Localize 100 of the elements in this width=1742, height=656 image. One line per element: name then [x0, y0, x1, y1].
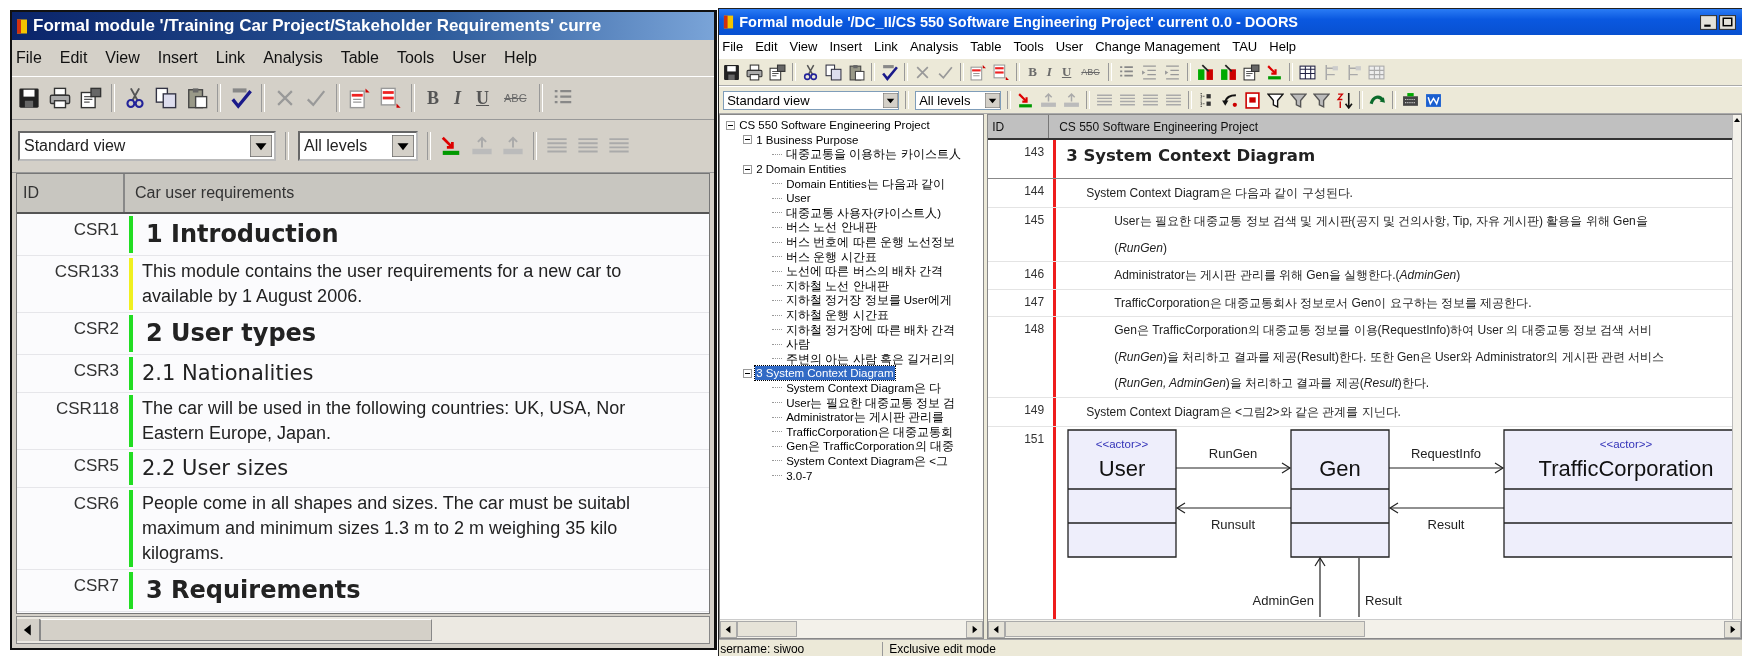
column-header[interactable]: ID — [988, 115, 1050, 138]
insert-below-icon[interactable] — [993, 63, 1011, 81]
scroll-left-icon[interactable] — [17, 619, 40, 641]
menu-item[interactable]: Edit — [59, 49, 88, 67]
spellcheck-icon[interactable] — [230, 87, 252, 109]
insert-below-icon[interactable] — [380, 87, 402, 109]
menu-item[interactable]: Insert — [829, 39, 862, 54]
column-header[interactable]: ID — [17, 174, 125, 212]
tree-item[interactable]: Administrator는 게시판 관리를 — [785, 410, 946, 425]
level-dropdown[interactable]: All levels — [298, 131, 418, 161]
collapse-toggle[interactable] — [743, 368, 753, 378]
menu-item[interactable]: Table — [970, 39, 1002, 54]
menu-item[interactable]: Table — [340, 49, 379, 67]
scrollbar-thumb[interactable] — [737, 621, 798, 637]
tree-item[interactable]: 지하철 운행 시간표 — [785, 308, 890, 322]
spellcheck-icon[interactable] — [881, 63, 899, 81]
paste-icon[interactable] — [186, 87, 208, 109]
document-icon[interactable] — [1242, 63, 1260, 81]
menu-item[interactable]: File — [16, 49, 42, 67]
tree-item[interactable]: System Context Diagram은 다 — [785, 381, 943, 395]
tree-item[interactable]: 3 System Context Diagram — [755, 366, 895, 381]
view-dropdown[interactable]: Standard view — [18, 131, 276, 161]
tree-item[interactable]: User — [785, 191, 812, 206]
tree-item[interactable]: 버스 운행 시간표 — [785, 249, 878, 264]
format-button[interactable]: U — [473, 88, 493, 108]
menu-item[interactable]: Link — [874, 39, 898, 54]
scroll-right-icon[interactable] — [1724, 620, 1741, 638]
copy-icon[interactable] — [155, 87, 177, 109]
insert-above-icon[interactable] — [970, 63, 988, 81]
horizontal-scrollbar[interactable] — [16, 616, 711, 644]
tree-item[interactable]: 지하철 노선 안내판 — [785, 278, 890, 293]
format-button[interactable]: I — [451, 88, 465, 108]
document-icon[interactable] — [1425, 91, 1443, 109]
save-icon[interactable] — [18, 87, 40, 109]
tree-item[interactable]: Gen은 TrafficCorporation의 대중 — [785, 439, 955, 454]
menu-item[interactable]: Analysis — [909, 39, 959, 54]
printer-icon[interactable] — [746, 63, 764, 81]
collapse-toggle[interactable] — [743, 135, 753, 145]
minimize-icon[interactable] — [1700, 14, 1717, 30]
tree-item[interactable]: 버스 번호에 따른 운행 노선정보 — [785, 235, 956, 250]
format-button[interactable]: B — [424, 88, 442, 108]
tree-item[interactable]: User는 필요한 대중교통 정보 검 — [785, 395, 957, 410]
tree-item[interactable]: TrafficCorporation은 대중교통회 — [785, 424, 954, 439]
scroll-left-icon[interactable] — [988, 620, 1006, 638]
menu-item[interactable]: Tools — [396, 49, 435, 67]
paste-icon[interactable] — [848, 63, 866, 81]
link-module-icon[interactable] — [1219, 63, 1237, 81]
insert-above-icon[interactable] — [349, 87, 371, 109]
funnel-icon[interactable] — [1267, 91, 1285, 109]
column-header[interactable]: CS 550 Software Engineering Project — [1049, 115, 1258, 138]
document-icon[interactable] — [1244, 91, 1262, 109]
tree-item[interactable]: 사람 — [785, 337, 812, 352]
menu-item[interactable]: Insert — [157, 49, 198, 67]
maximize-icon[interactable] — [1719, 14, 1736, 30]
column-header[interactable]: Car user requirements — [125, 174, 295, 212]
menu-item[interactable]: Help — [1269, 39, 1296, 54]
sort-icon[interactable] — [1336, 91, 1354, 109]
horizontal-scrollbar[interactable] — [988, 619, 1741, 638]
tree-item[interactable]: 3.0-7 — [785, 468, 814, 483]
vertical-scrollbar[interactable] — [1732, 115, 1741, 619]
menu-item[interactable]: Tools — [1013, 39, 1044, 54]
view-dropdown[interactable]: Standard view — [723, 90, 900, 110]
scissors-icon[interactable] — [802, 63, 820, 81]
menu-item[interactable]: User — [1055, 39, 1084, 54]
funnel-icon[interactable] — [1313, 91, 1331, 109]
tree-item[interactable]: 주변의 아는 사람 혹은 길거리의 — [785, 351, 956, 366]
save-icon[interactable] — [723, 63, 741, 81]
scroll-left-icon[interactable] — [720, 620, 738, 638]
tree-item[interactable]: Domain Entities는 다음과 같이 — [785, 176, 947, 191]
link-module-icon[interactable] — [1196, 63, 1214, 81]
tree-item[interactable]: 지하철 정거장에 따른 배차 간격 — [785, 322, 956, 337]
document-icon[interactable] — [80, 87, 102, 109]
tree-item[interactable]: 대중교통 사용자(카이스트人) — [785, 205, 943, 220]
horizontal-scrollbar[interactable] — [720, 619, 984, 638]
menu-item[interactable]: View — [105, 49, 140, 67]
curved-arrow-icon[interactable] — [1221, 91, 1239, 109]
tree-item[interactable]: 2 Domain Entities — [755, 162, 848, 177]
menu-item[interactable]: Help — [504, 49, 537, 67]
collapse-toggle[interactable] — [726, 120, 736, 130]
tree-item[interactable]: 지하철 정거장 정보를 User에게 — [785, 293, 954, 308]
menu-item[interactable]: File — [722, 39, 744, 54]
menu-item[interactable]: Link — [215, 49, 246, 67]
tree-item[interactable]: 대중교통을 이용하는 카이스트人 — [785, 147, 962, 162]
menu-item[interactable]: Analysis — [263, 49, 323, 67]
scissors-icon[interactable] — [124, 87, 146, 109]
collapse-toggle[interactable] — [743, 164, 753, 174]
funnel-icon[interactable] — [1290, 91, 1308, 109]
table-icon[interactable] — [1298, 63, 1316, 81]
printer-icon[interactable] — [49, 87, 71, 109]
tree-item[interactable]: 1 Business Purpose — [755, 132, 860, 147]
scroll-right-icon[interactable] — [966, 620, 984, 638]
keyboard-icon[interactable] — [1402, 91, 1420, 109]
document-icon[interactable] — [769, 63, 787, 81]
tree-item[interactable]: 노선에 따른 버스의 배차 간격 — [785, 264, 944, 279]
menu-item[interactable]: View — [789, 39, 818, 54]
level-dropdown[interactable]: All levels — [915, 90, 1002, 110]
tree-item[interactable]: CS 550 Software Engineering Project — [738, 118, 931, 133]
menu-item[interactable]: TAU — [1232, 39, 1258, 54]
menu-item[interactable]: Edit — [755, 39, 778, 54]
scrollbar-thumb[interactable] — [1005, 621, 1366, 637]
